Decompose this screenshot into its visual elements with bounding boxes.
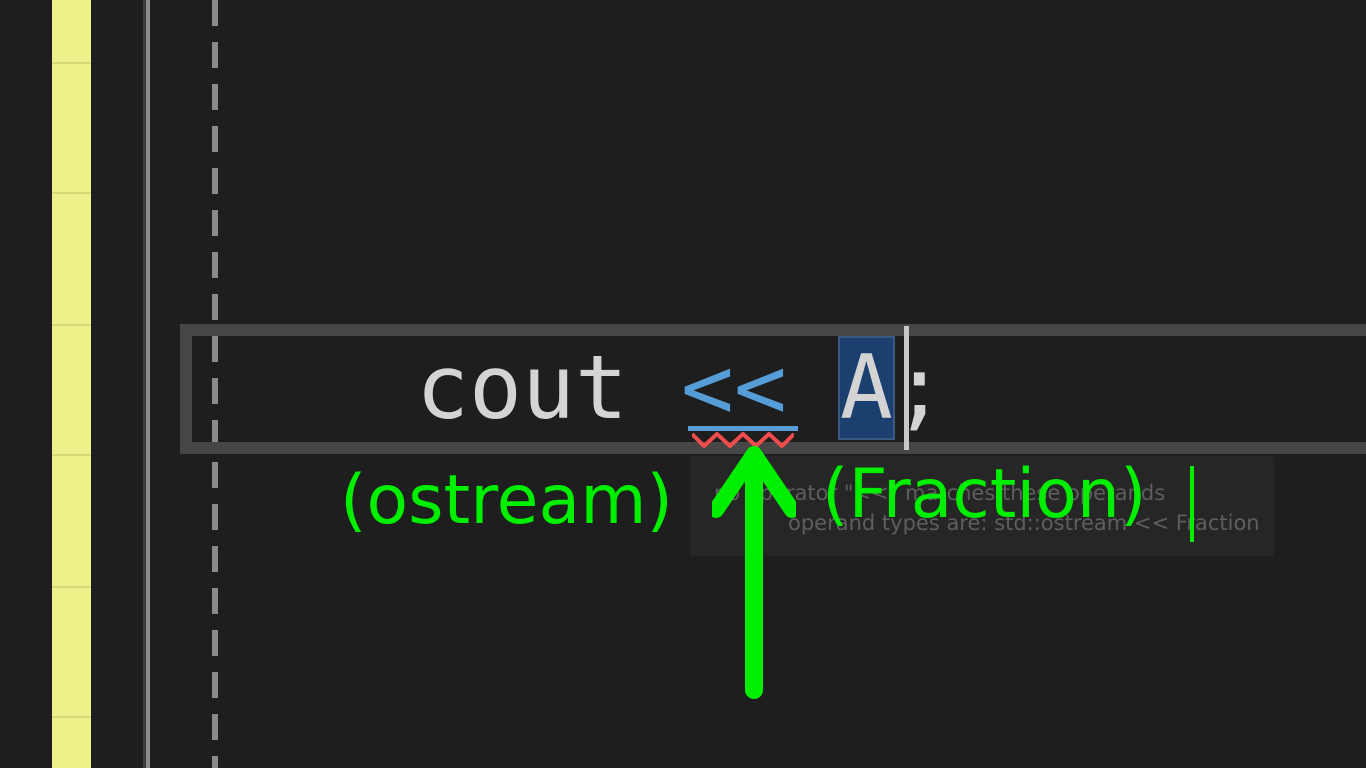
gutter-line-separator bbox=[52, 62, 91, 64]
gutter-line-separator bbox=[52, 324, 91, 326]
stream-insertion-operator[interactable]: << bbox=[681, 336, 787, 439]
annotation-left-operand-type: (ostream) bbox=[340, 461, 673, 540]
annotation-caret bbox=[1190, 466, 1194, 542]
code-line[interactable]: cout << A; bbox=[416, 336, 946, 440]
editor-viewport[interactable]: cout << A; no operator "<<" matches thes… bbox=[0, 0, 1366, 768]
text-cursor bbox=[904, 326, 909, 450]
selected-token[interactable]: A bbox=[837, 336, 895, 440]
annotation-right-operand-type: (Fraction) bbox=[822, 455, 1147, 534]
statement-terminator: ; bbox=[892, 336, 946, 439]
gutter-line-separator bbox=[52, 454, 91, 456]
annotation-arrow-icon bbox=[712, 446, 796, 699]
modified-lines-gutter-marker bbox=[52, 0, 91, 768]
editor-left-border-line bbox=[146, 0, 150, 768]
gutter-line-separator bbox=[52, 586, 91, 588]
gutter-line-separator bbox=[52, 192, 91, 194]
identifier-cout[interactable]: cout bbox=[416, 336, 628, 439]
gutter-line-separator bbox=[52, 716, 91, 718]
